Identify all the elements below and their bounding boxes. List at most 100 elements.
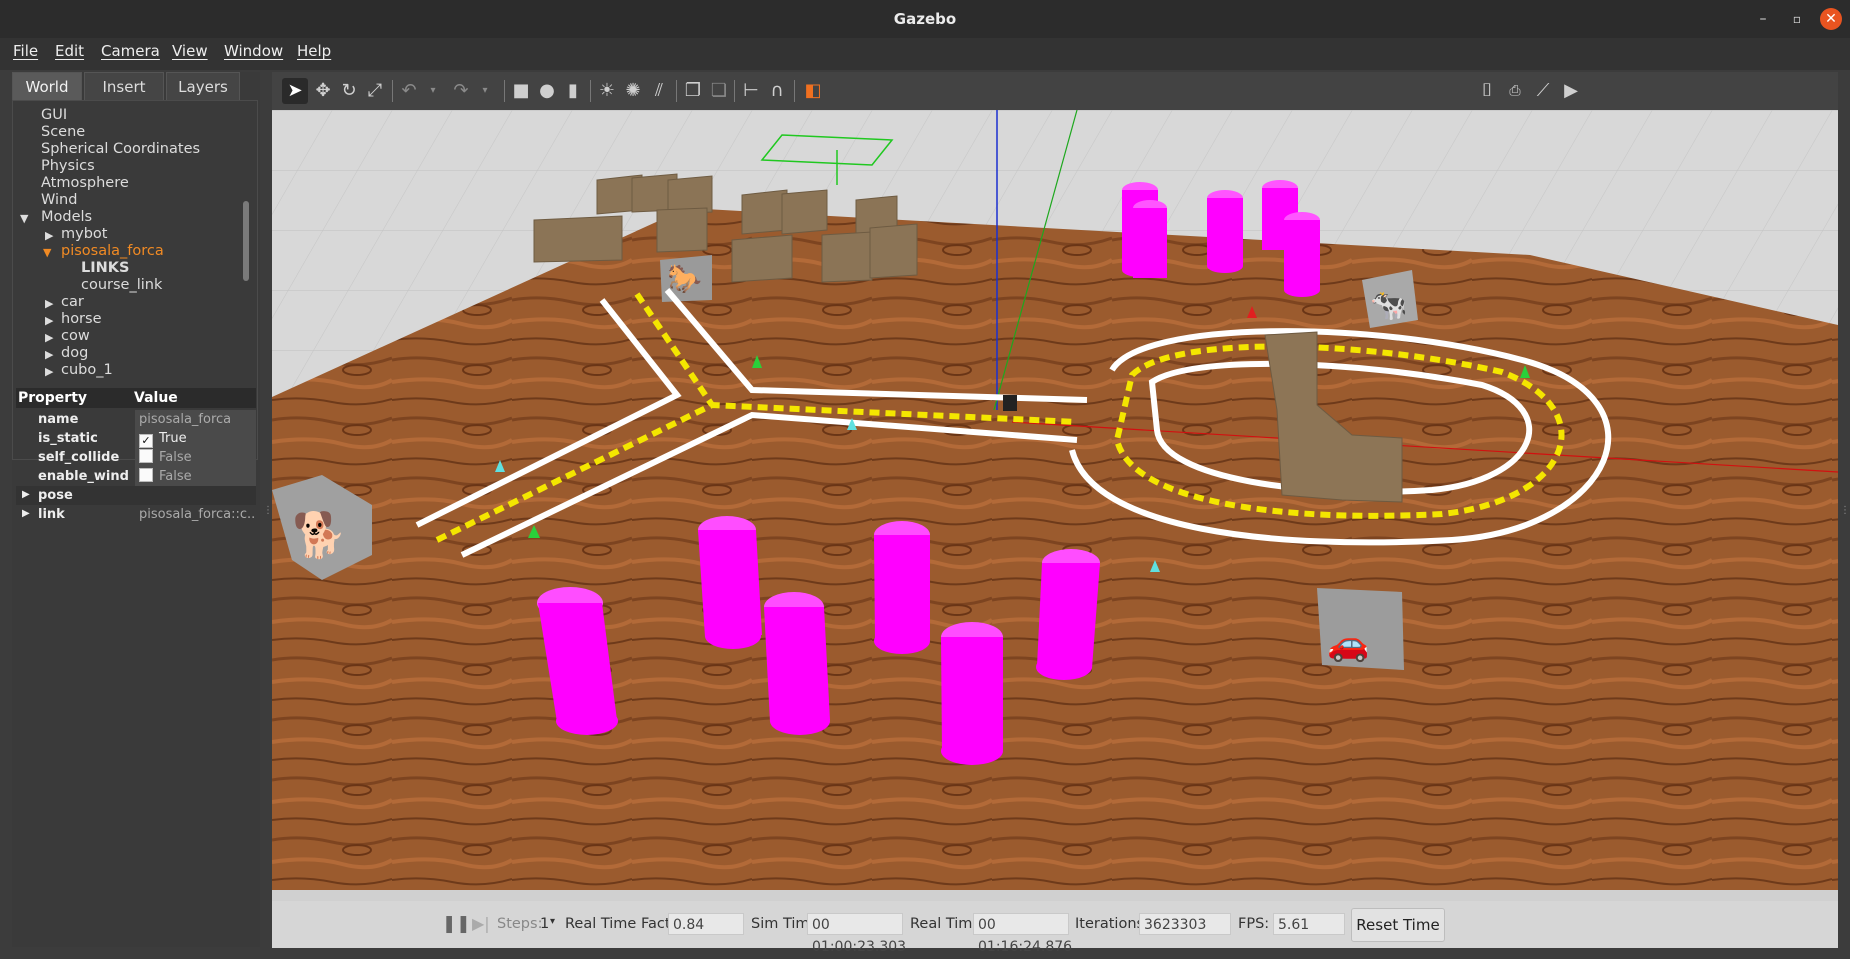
property-value: False: [159, 469, 192, 484]
checkbox-icon[interactable]: [139, 449, 153, 463]
property-value-cell[interactable]: ✓ True: [135, 429, 256, 448]
screenshot-icon[interactable]: ⌷: [1474, 78, 1500, 104]
tree-item-pisosala-forca[interactable]: pisosala_forca: [61, 243, 164, 259]
property-row-link[interactable]: ▶ link pisosala_forca::c...: [16, 505, 256, 524]
tab-layers[interactable]: Layers: [166, 72, 240, 100]
tree-item-models[interactable]: Models: [41, 209, 92, 225]
checkbox-icon[interactable]: [139, 468, 153, 482]
translate-mode-icon[interactable]: ✥: [310, 78, 336, 104]
property-value: True: [159, 431, 187, 446]
rotate-mode-icon[interactable]: ↻: [336, 78, 362, 104]
menu-edit[interactable]: Edit: [55, 42, 84, 60]
collapse-arrow-icon[interactable]: ▶: [45, 314, 53, 327]
fps-label: FPS:: [1238, 916, 1270, 932]
cylinder-shape-icon[interactable]: ▮: [560, 78, 586, 104]
toolbar-separator: [794, 80, 795, 102]
menu-file[interactable]: File: [13, 42, 38, 60]
tree-item-scene[interactable]: Scene: [41, 124, 85, 140]
expand-arrow-icon[interactable]: ▼: [20, 212, 28, 225]
minimize-button[interactable]: –: [1752, 8, 1774, 30]
tab-world[interactable]: World: [12, 72, 82, 100]
collapse-arrow-icon[interactable]: ▶: [45, 365, 53, 378]
collapse-arrow-icon[interactable]: ▶: [45, 297, 53, 310]
toolbar-separator: [504, 80, 505, 102]
select-mode-icon[interactable]: ➤: [282, 78, 308, 104]
fps-field: 5.61: [1273, 913, 1345, 935]
menu-help[interactable]: Help: [297, 42, 331, 60]
pause-icon[interactable]: ❚❚: [442, 914, 471, 934]
expand-arrow-icon[interactable]: ▼: [43, 246, 51, 259]
step-forward-icon[interactable]: ▶|: [472, 914, 490, 933]
sphere-shape-icon[interactable]: ●: [534, 78, 560, 104]
point-light-icon[interactable]: ☀: [594, 78, 620, 104]
property-row-self-collide[interactable]: self_collide False: [16, 448, 256, 467]
property-column-header: Property: [18, 390, 88, 406]
tree-item-links[interactable]: LINKS: [81, 260, 129, 276]
collapse-arrow-icon[interactable]: ▶: [45, 331, 53, 344]
tree-item-cubo-1[interactable]: cubo_1: [61, 362, 113, 378]
tree-item-cow[interactable]: cow: [61, 328, 90, 344]
tree-item-atmosphere[interactable]: Atmosphere: [41, 175, 129, 191]
undo-icon[interactable]: ↶: [396, 78, 422, 104]
tab-insert[interactable]: Insert: [84, 72, 164, 100]
render-panel: ➤ ✥ ↻ ⤢ ↶ ▾ ↷ ▾ ■ ● ▮ ☀ ✺ ⫽ ❐ ❏ ⊢ ∩ ◧ ⌷ …: [272, 72, 1838, 955]
tree-item-mybot[interactable]: mybot: [61, 226, 107, 242]
copy-icon[interactable]: ❐: [680, 78, 706, 104]
menu-window[interactable]: Window: [224, 42, 283, 60]
directional-light-icon[interactable]: ⫽: [646, 78, 672, 104]
align-icon[interactable]: ⊢: [738, 78, 764, 104]
steps-dropdown-icon[interactable]: ▾: [550, 916, 555, 927]
steps-value[interactable]: 1: [540, 916, 549, 932]
property-row-is-static[interactable]: is_static ✓ True: [16, 429, 256, 448]
tree-item-car[interactable]: car: [61, 294, 84, 310]
menu-camera[interactable]: Camera: [101, 42, 160, 60]
toolbar-separator: [392, 80, 393, 102]
splitter-handle-icon[interactable]: ⋮: [1840, 505, 1850, 516]
status-bar: ❚❚ ▶| Steps: 1 ▾ Real Time Factor: 0.84 …: [272, 901, 1838, 955]
property-value[interactable]: pisosala_forca::c...: [135, 505, 256, 524]
property-key: enable_wind: [38, 469, 129, 484]
tree-item-course-link[interactable]: course_link: [81, 277, 162, 293]
tree-item-gui[interactable]: GUI: [41, 107, 67, 123]
mybot[interactable]: [1003, 395, 1017, 411]
snap-magnet-icon[interactable]: ∩: [764, 78, 790, 104]
collapse-arrow-icon[interactable]: ▶: [45, 229, 53, 242]
rtf-field: 0.84: [668, 913, 744, 935]
plot-icon[interactable]: ⟋: [1530, 78, 1556, 104]
property-value[interactable]: pisosala_forca: [135, 410, 256, 429]
tree-item-physics[interactable]: Physics: [41, 158, 95, 174]
property-key: link: [38, 507, 65, 522]
view-angle-icon[interactable]: ◧: [800, 78, 826, 104]
svg-text:🐕: 🐕: [292, 510, 347, 561]
tree-item-spherical-coordinates[interactable]: Spherical Coordinates: [41, 141, 200, 157]
menu-view[interactable]: View: [172, 42, 208, 60]
property-value-cell[interactable]: False: [135, 448, 256, 467]
box-shape-icon[interactable]: ■: [508, 78, 534, 104]
tree-item-horse[interactable]: horse: [61, 311, 102, 327]
collapse-arrow-icon[interactable]: ▶: [45, 348, 53, 361]
tree-scrollbar[interactable]: [243, 201, 249, 281]
steps-label: Steps:: [497, 916, 543, 932]
paste-icon[interactable]: ❏: [706, 78, 732, 104]
reset-time-button[interactable]: Reset Time: [1351, 908, 1445, 942]
spot-light-icon[interactable]: ✺: [620, 78, 646, 104]
maximize-button[interactable]: ▫: [1786, 8, 1808, 30]
checkbox-checked-icon[interactable]: ✓: [139, 434, 153, 448]
3d-viewport[interactable]: 🐎 🐄 🐕 🚗: [272, 110, 1838, 901]
dropdown-arrow-icon[interactable]: ▾: [420, 78, 446, 104]
property-value-cell[interactable]: False: [135, 467, 256, 486]
tree-item-wind[interactable]: Wind: [41, 192, 77, 208]
record-video-icon[interactable]: ▶: [1558, 78, 1584, 104]
title-bar: Gazebo – ▫ ✕: [0, 0, 1850, 38]
redo-icon[interactable]: ↷: [448, 78, 474, 104]
property-row-name[interactable]: name pisosala_forca: [16, 410, 256, 429]
log-icon[interactable]: ⎙: [1502, 78, 1528, 104]
scale-mode-icon[interactable]: ⤢: [362, 78, 388, 104]
scene-render: 🐎 🐄 🐕 🚗: [272, 110, 1838, 901]
dropdown-arrow-icon[interactable]: ▾: [472, 78, 498, 104]
close-button[interactable]: ✕: [1820, 8, 1842, 30]
property-row-pose[interactable]: ▶ pose: [16, 486, 256, 505]
tree-item-dog[interactable]: dog: [61, 345, 88, 361]
property-row-enable-wind[interactable]: enable_wind False: [16, 467, 256, 486]
property-key: pose: [38, 488, 73, 503]
